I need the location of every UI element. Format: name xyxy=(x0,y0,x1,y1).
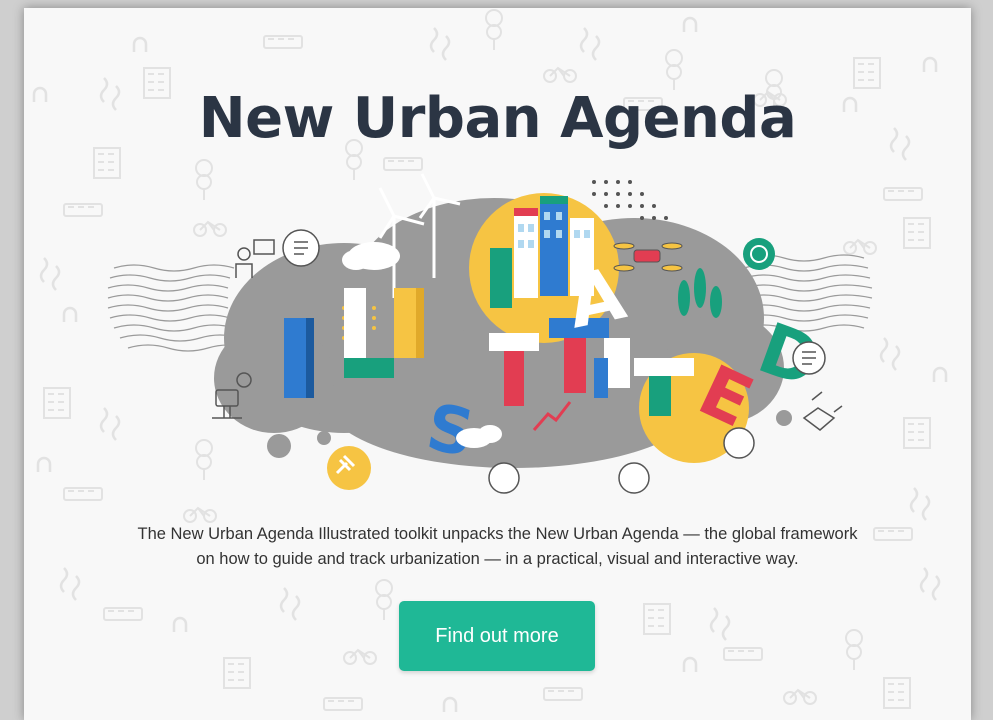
network-icon xyxy=(743,238,775,270)
chip-icon xyxy=(618,462,650,494)
description-line-1: The New Urban Agenda Illustrated toolkit… xyxy=(137,525,858,543)
elderly-person-icon xyxy=(488,462,520,494)
description-line-2: on how to guide and track urbanization —… xyxy=(196,550,799,568)
hero-card: New Urban Agenda S A E D The New Urban A… xyxy=(24,8,971,720)
page-title: New Urban Agenda xyxy=(198,86,797,151)
hero-description: The New Urban Agenda Illustrated toolkit… xyxy=(84,522,911,572)
masks-icon xyxy=(723,427,755,459)
illustrated-artwork: S A E D xyxy=(107,173,873,494)
handshake-icon xyxy=(802,391,843,431)
find-out-more-button[interactable]: Find out more xyxy=(399,601,595,671)
dot-grid xyxy=(592,180,668,220)
